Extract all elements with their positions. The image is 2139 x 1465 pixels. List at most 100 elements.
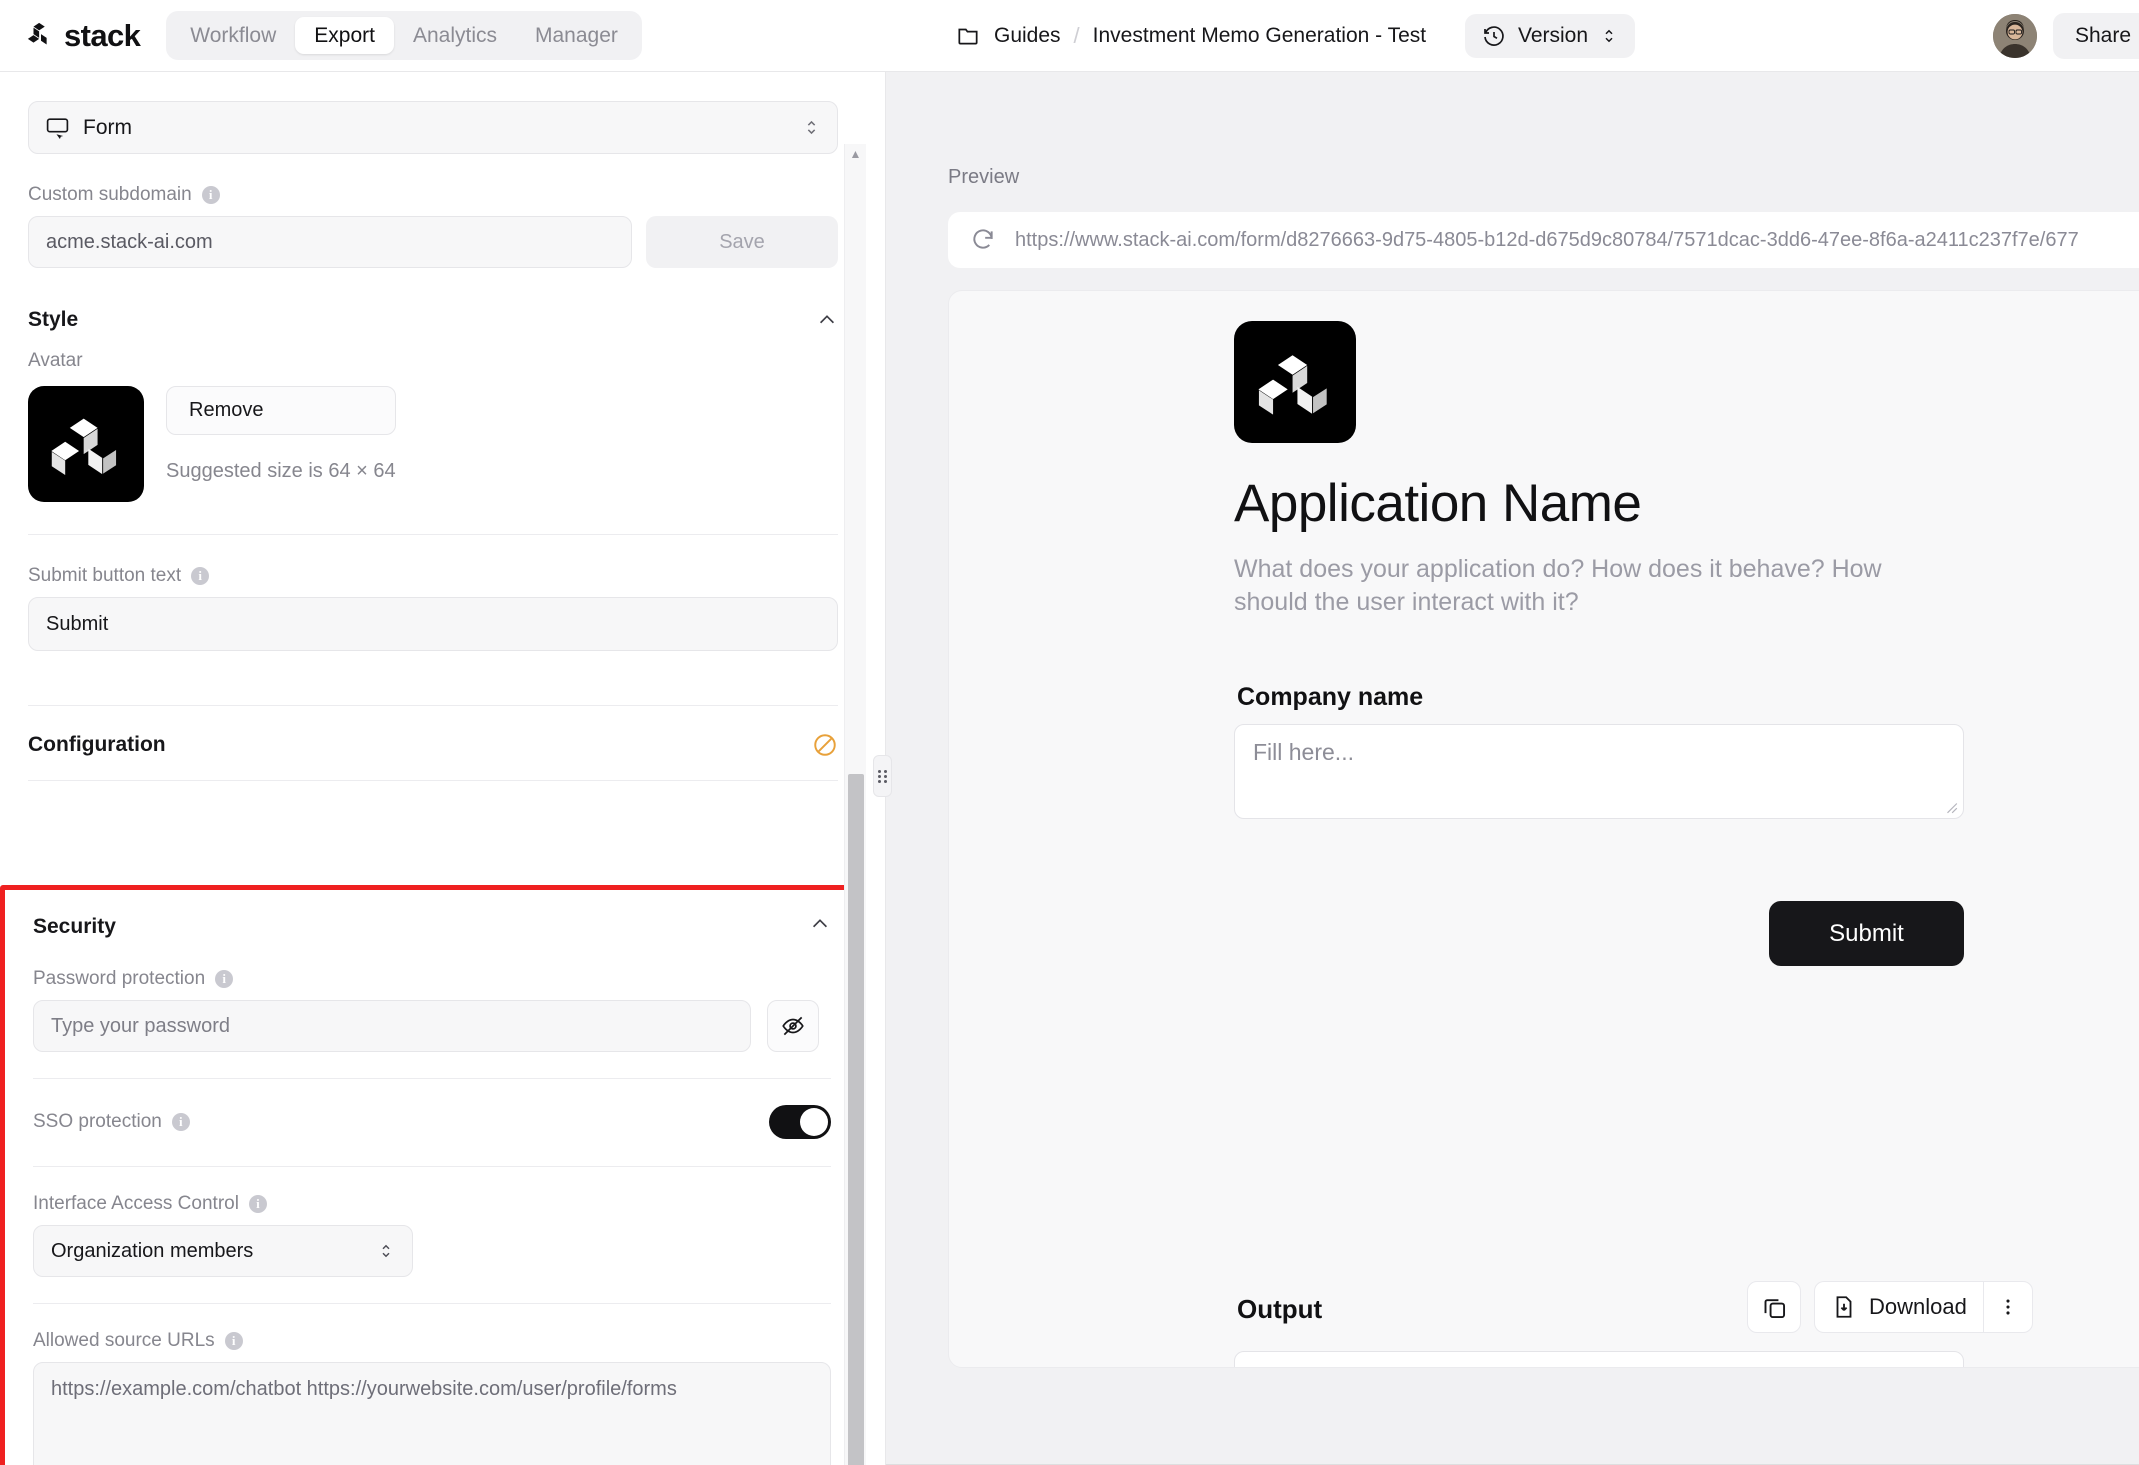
- custom-subdomain-input[interactable]: acme.stack-ai.com: [28, 216, 632, 268]
- panel-resize-handle[interactable]: [873, 755, 892, 797]
- breadcrumb-separator: /: [1073, 22, 1080, 48]
- info-icon[interactable]: i: [224, 1332, 243, 1350]
- preview-app-card: Application Name What does your applicat…: [948, 290, 2139, 1368]
- chevron-up-icon[interactable]: [816, 309, 838, 331]
- interface-access-control-label: Interface Access Control: [33, 1193, 239, 1214]
- user-avatar[interactable]: [1993, 13, 2037, 58]
- top-bar: stack Workflow Export Analytics Manager …: [0, 0, 2139, 72]
- chevron-up-icon[interactable]: [809, 913, 831, 935]
- divider: [33, 1078, 831, 1079]
- sso-protection-toggle[interactable]: [769, 1105, 831, 1139]
- download-output-button[interactable]: Download: [1814, 1281, 1983, 1333]
- info-icon[interactable]: i: [201, 186, 220, 204]
- avatar-label-row: Avatar: [28, 350, 838, 372]
- info-icon[interactable]: i: [171, 1113, 190, 1131]
- folder-icon: [958, 28, 978, 44]
- app-title: Application Name: [1234, 474, 1642, 533]
- password-protection-row: Type your password: [33, 1000, 832, 1052]
- remove-avatar-button[interactable]: Remove: [166, 386, 396, 435]
- download-button-group: Download: [1814, 1281, 2033, 1333]
- security-section-header[interactable]: Security: [33, 913, 831, 940]
- info-icon[interactable]: i: [215, 970, 234, 988]
- refresh-icon[interactable]: [970, 227, 996, 253]
- breadcrumb-project[interactable]: Investment Memo Generation - Test: [1093, 24, 1426, 48]
- security-heading: Security: [33, 914, 116, 938]
- stack-cubes-icon: [1258, 355, 1327, 415]
- preview-url-bar[interactable]: https://www.stack-ai.com/form/d8276663-9…: [948, 212, 2139, 268]
- divider: [33, 1303, 831, 1304]
- style-section-header[interactable]: Style: [28, 308, 838, 332]
- chevron-up-down-icon: [382, 1244, 390, 1258]
- configuration-section-header[interactable]: Configuration: [28, 732, 838, 758]
- style-heading: Style: [28, 308, 79, 331]
- chevron-up-down-icon: [807, 120, 816, 135]
- configuration-heading: Configuration: [28, 733, 166, 756]
- divider: [28, 780, 838, 781]
- toggle-password-visibility-button[interactable]: [767, 1000, 819, 1052]
- brand-logo[interactable]: stack: [26, 18, 141, 54]
- password-protection-label: Password protection: [33, 968, 206, 989]
- more-vertical-icon: [2006, 1299, 2010, 1315]
- password-protection-label-row: Password protection i: [33, 968, 832, 990]
- divider: [33, 1166, 831, 1167]
- scroll-up-arrow[interactable]: ▲: [845, 147, 866, 161]
- app-description: What does your application do? How does …: [1234, 555, 1882, 617]
- info-icon[interactable]: i: [191, 567, 210, 585]
- divider: [28, 705, 838, 706]
- toggle-knob: [800, 1108, 828, 1136]
- interface-access-control-value: Organization members: [51, 1239, 254, 1262]
- download-label: Download: [1869, 1294, 1967, 1319]
- tab-workflow[interactable]: Workflow: [171, 17, 295, 54]
- left-panel-scrollbar[interactable]: ▲ ▼: [844, 144, 866, 1465]
- output-actions: Download: [1747, 1281, 2033, 1333]
- tab-export[interactable]: Export: [295, 17, 394, 54]
- version-label: Version: [1518, 23, 1589, 47]
- tab-analytics[interactable]: Analytics: [394, 17, 516, 54]
- export-settings-panel: Form Custom subdomain i acme.stack-ai.co…: [0, 72, 866, 1465]
- preview-label: Preview: [948, 166, 1020, 188]
- submit-button-text-label: Submit button text: [28, 565, 182, 586]
- allowed-source-urls-textarea[interactable]: https://example.com/chatbot https://your…: [33, 1362, 831, 1465]
- no-entry-icon[interactable]: [812, 732, 838, 758]
- company-name-placeholder: Fill here...: [1253, 739, 1354, 765]
- interface-type-select[interactable]: Form: [28, 101, 838, 154]
- sso-protection-label-row: SSO protection i: [33, 1111, 190, 1133]
- interface-access-control-select[interactable]: Organization members: [33, 1225, 413, 1277]
- nav-tabs: Workflow Export Analytics Manager: [166, 11, 642, 60]
- interface-type-value: Form: [83, 115, 132, 139]
- output-textarea[interactable]: [1234, 1351, 1964, 1367]
- copy-output-button[interactable]: [1747, 1281, 1801, 1333]
- breadcrumb-folder[interactable]: Guides: [994, 24, 1061, 48]
- company-name-input[interactable]: Fill here...: [1234, 724, 1964, 819]
- app-submit-button[interactable]: Submit: [1769, 901, 1964, 966]
- submit-button-text-input[interactable]: Submit: [28, 597, 838, 651]
- security-section: Security Password protection i Type your…: [0, 885, 855, 1465]
- password-input[interactable]: Type your password: [33, 1000, 751, 1052]
- save-button[interactable]: Save: [646, 216, 838, 268]
- output-label: Output: [1237, 1294, 1323, 1324]
- sso-protection-row: SSO protection i: [33, 1105, 831, 1139]
- form-icon: [46, 118, 69, 139]
- output-more-options-button[interactable]: [1982, 1281, 2033, 1333]
- sso-protection-label: SSO protection: [33, 1111, 162, 1132]
- avatar-suggested-size: Suggested size is 64 × 64: [166, 460, 396, 482]
- version-selector[interactable]: Version: [1465, 13, 1636, 58]
- info-icon[interactable]: i: [248, 1195, 267, 1213]
- breadcrumb: Guides / Investment Memo Generation - Te…: [955, 23, 1426, 49]
- allowed-source-urls-label-row: Allowed source URLs i: [33, 1330, 832, 1352]
- eye-off-icon: [782, 1016, 804, 1036]
- copy-icon: [1764, 1298, 1785, 1318]
- download-file-icon: [1836, 1296, 1852, 1318]
- tab-manager[interactable]: Manager: [516, 17, 637, 54]
- scrollbar-thumb[interactable]: [848, 774, 864, 1465]
- grip-dots-icon: [877, 769, 888, 783]
- avatar-label: Avatar: [28, 350, 83, 371]
- allowed-source-urls-placeholder: https://example.com/chatbot https://your…: [51, 1378, 677, 1400]
- history-icon: [1484, 25, 1504, 46]
- chevron-up-down-icon: [1605, 29, 1613, 42]
- share-button[interactable]: Share: [2053, 12, 2139, 59]
- preview-url: https://www.stack-ai.com/form/d8276663-9…: [1015, 228, 2079, 251]
- resize-grip-icon[interactable]: [1944, 800, 1958, 814]
- preview-panel: Preview https://www.stack-ai.com/form/d8…: [886, 72, 2139, 1465]
- stack-logo-icon: [27, 22, 47, 44]
